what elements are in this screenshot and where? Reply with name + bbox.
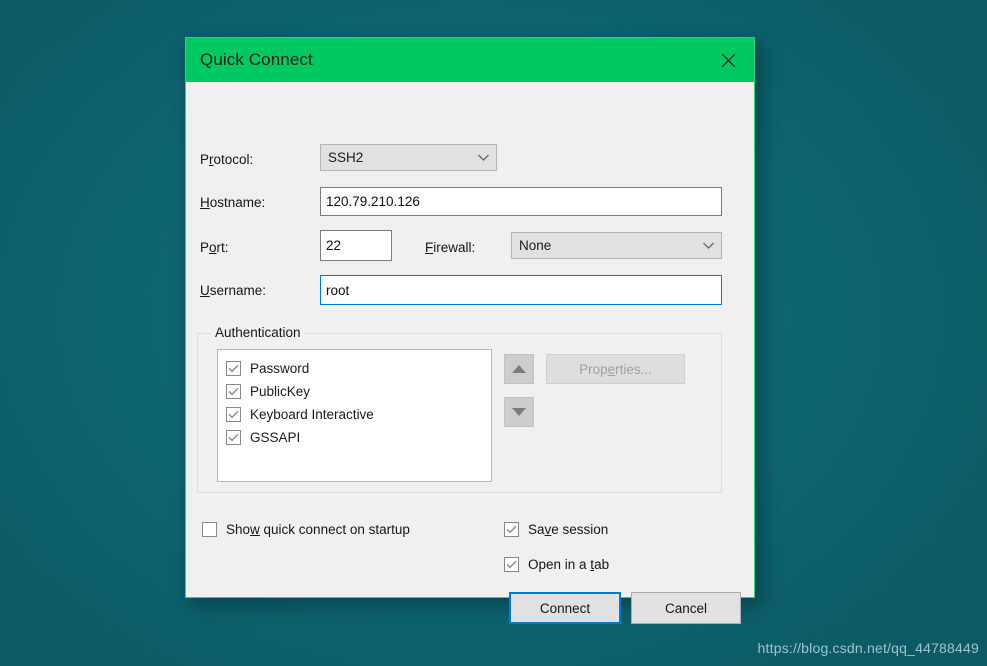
dialog-body: Protocol: SSH2 Hostname: Port: Firewall:… xyxy=(186,82,754,624)
port-label: Port: xyxy=(200,240,229,255)
list-item[interactable]: Password xyxy=(218,357,491,380)
save-session-label: Save session xyxy=(528,522,609,537)
quick-connect-dialog: Quick Connect Protocol: SSH2 Hostname: 1… xyxy=(185,37,755,624)
show-on-startup-checkbox[interactable]: Show quick connect on startup xyxy=(202,522,410,537)
checkbox-gssapi[interactable] xyxy=(226,430,241,445)
checkbox-password[interactable] xyxy=(226,361,241,376)
list-item-label: Password xyxy=(250,361,310,376)
checkbox-keyboard-interactive[interactable] xyxy=(226,407,241,422)
dialog-titlebar: Quick Connect xyxy=(186,38,754,82)
protocol-value: SSH2 xyxy=(328,150,364,165)
list-item[interactable]: PublicKey xyxy=(218,380,491,403)
authentication-group-title: Authentication xyxy=(211,325,305,340)
connect-button-label: Connect xyxy=(539,600,591,616)
move-down-button[interactable] xyxy=(504,397,534,427)
list-item-label: Keyboard Interactive xyxy=(250,407,374,422)
checkbox-open-in-tab[interactable] xyxy=(504,557,519,572)
cancel-button-label: Cancel xyxy=(664,600,708,616)
cancel-button[interactable]: Cancel xyxy=(631,592,741,624)
protocol-label: Protocol: xyxy=(200,152,254,167)
firewall-value: None xyxy=(519,238,552,253)
open-in-tab-checkbox[interactable]: Open in a tab xyxy=(504,557,609,572)
list-item-label: PublicKey xyxy=(250,384,311,399)
properties-button-label: Properties... xyxy=(579,361,652,377)
port-input[interactable] xyxy=(320,230,392,261)
move-up-button[interactable] xyxy=(504,354,534,384)
watermark: https://blog.csdn.net/qq_44788449 xyxy=(757,640,979,656)
protocol-select[interactable]: SSH2 xyxy=(320,144,497,171)
firewall-label: Firewall: xyxy=(425,240,476,255)
list-item[interactable]: GSSAPI xyxy=(218,426,491,449)
properties-button[interactable]: Properties... xyxy=(546,354,685,384)
save-session-checkbox[interactable]: Save session xyxy=(504,522,608,537)
username-label: Username: xyxy=(200,283,267,298)
show-on-startup-label: Show quick connect on startup xyxy=(226,522,410,537)
chevron-down-icon xyxy=(470,153,496,162)
arrow-down-icon xyxy=(512,408,526,416)
authentication-list[interactable]: Password PublicKey Keyboard Interactive … xyxy=(217,349,492,482)
checkbox-show-on-startup[interactable] xyxy=(202,522,217,537)
open-in-tab-label: Open in a tab xyxy=(528,557,610,572)
chevron-down-icon xyxy=(695,241,721,250)
firewall-select[interactable]: None xyxy=(511,232,722,259)
list-item-label: GSSAPI xyxy=(250,430,301,445)
connect-button[interactable]: Connect xyxy=(509,592,621,624)
checkbox-publickey[interactable] xyxy=(226,384,241,399)
list-item[interactable]: Keyboard Interactive xyxy=(218,403,491,426)
close-button[interactable] xyxy=(702,38,754,82)
hostname-label: Hostname: xyxy=(200,195,266,210)
checkbox-save-session[interactable] xyxy=(504,522,519,537)
username-input[interactable] xyxy=(320,275,722,305)
arrow-up-icon xyxy=(512,365,526,373)
close-icon xyxy=(719,51,738,70)
dialog-title: Quick Connect xyxy=(200,50,313,69)
hostname-input[interactable] xyxy=(320,187,722,216)
